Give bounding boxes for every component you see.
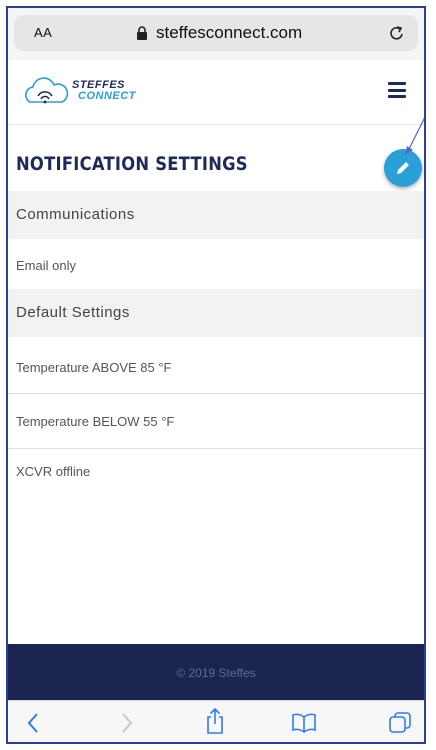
logo-icon xyxy=(25,77,69,104)
list-item-xcvr-offline[interactable]: XCVR offline xyxy=(8,449,424,499)
forward-icon[interactable] xyxy=(120,711,134,735)
footer: © 2019 Steffes xyxy=(8,644,424,700)
phone-screen: AA steffesconnect.com STEFFES CONNECT NO… xyxy=(6,6,426,744)
list-item-temp-above[interactable]: Temperature ABOVE 85 °F xyxy=(8,337,424,394)
list-item-label: Email only xyxy=(16,258,76,273)
list-item-label: Temperature ABOVE 85 °F xyxy=(16,360,172,375)
copyright-text: © 2019 Steffes xyxy=(176,666,256,680)
list-item-label: XCVR offline xyxy=(16,464,91,479)
section-header-communications: Communications xyxy=(8,191,424,239)
hamburger-icon[interactable] xyxy=(388,82,406,98)
list-item-email-only[interactable]: Email only xyxy=(8,239,424,289)
edit-icon xyxy=(397,162,409,174)
section-label: Default Settings xyxy=(16,304,130,321)
back-icon[interactable] xyxy=(26,711,40,735)
section-header-default-settings: Default Settings xyxy=(8,289,424,337)
title-row: NOTIFICATION SETTINGS xyxy=(8,125,424,199)
browser-address-bar: AA steffesconnect.com xyxy=(8,8,424,60)
browser-toolbar xyxy=(8,700,424,742)
tabs-icon[interactable] xyxy=(388,711,412,735)
logo-text: STEFFES CONNECT xyxy=(72,79,136,102)
list-item-label: Temperature BELOW 55 °F xyxy=(16,414,175,429)
section-label: Communications xyxy=(16,206,135,223)
lock-icon xyxy=(137,26,147,40)
share-icon[interactable] xyxy=(204,707,226,735)
steffes-connect-logo[interactable]: STEFFES CONNECT xyxy=(24,74,144,110)
bookmarks-icon[interactable] xyxy=(291,713,317,733)
text-size-button[interactable]: AA xyxy=(34,25,52,40)
reload-icon[interactable] xyxy=(388,23,406,43)
annotation-arrow xyxy=(405,117,424,155)
url-text: steffesconnect.com xyxy=(156,23,303,42)
url-field[interactable]: AA steffesconnect.com xyxy=(14,15,418,51)
page-title: NOTIFICATION SETTINGS xyxy=(16,153,248,175)
app-header: STEFFES CONNECT xyxy=(8,60,424,125)
list-item-temp-below[interactable]: Temperature BELOW 55 °F xyxy=(8,394,424,449)
